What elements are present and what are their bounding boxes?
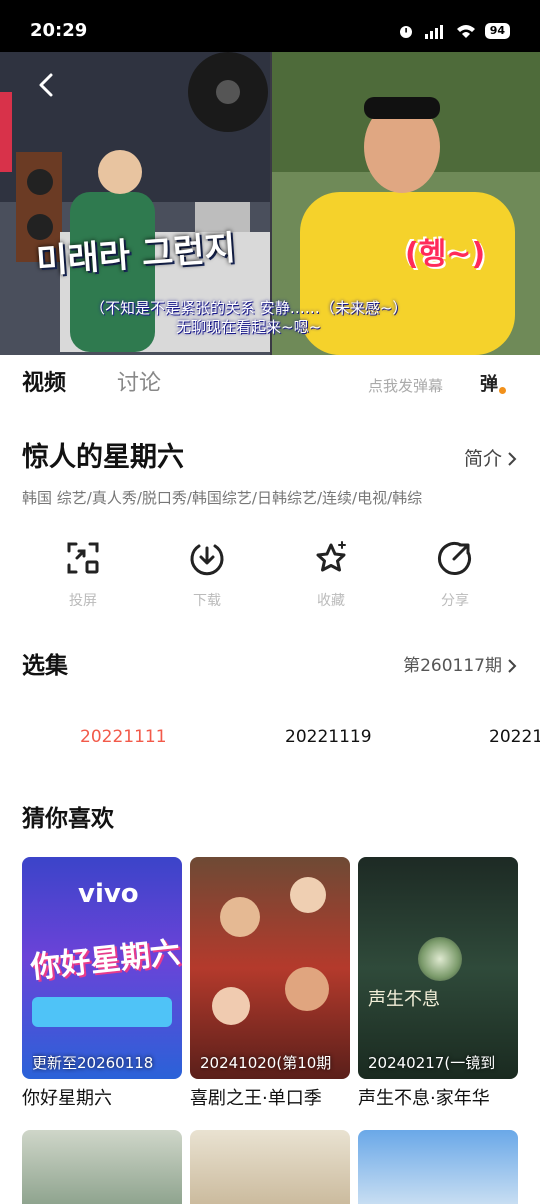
poster: 20241020(第10期 — [190, 857, 350, 1079]
recommend-card-partial[interactable] — [358, 1130, 518, 1204]
chevron-right-icon — [508, 452, 517, 466]
back-button[interactable] — [30, 68, 64, 102]
tab-discuss[interactable]: 讨论 — [117, 369, 161, 399]
poster-stage — [32, 997, 172, 1027]
recommend-card-partial[interactable] — [22, 1130, 182, 1204]
signal-icon — [424, 25, 443, 39]
danmaku-input[interactable]: 点我发弹幕 — [368, 375, 443, 396]
danmaku-status-dot — [497, 385, 508, 396]
episodes-more-button[interactable]: 第260117期 — [403, 654, 518, 678]
poster-figure — [285, 967, 329, 1011]
video-player[interactable]: 미래라 그런지 （不知是不是紧张的关系 安静……（未来感~） 无聊现在看起来~嗯… — [0, 52, 540, 355]
page-title: 惊人的星期六 — [22, 442, 184, 473]
poster-title-art: 声生不息 — [368, 989, 440, 1010]
recommend-card-partial[interactable] — [190, 1130, 350, 1204]
intro-label: 简介 — [463, 448, 502, 470]
chevron-right-icon — [508, 659, 517, 673]
card-title: 你好星期六 — [22, 1088, 112, 1109]
recommend-card[interactable]: 20241020(第10期 喜剧之王·单口季 — [190, 857, 350, 1112]
intro-button[interactable]: 简介 — [464, 446, 518, 472]
wifi-icon — [456, 25, 475, 38]
download-label: 下载 — [193, 593, 221, 609]
episode-item[interactable]: 20221111 — [80, 724, 167, 750]
battery-icon: 94 — [484, 23, 510, 39]
video-caption-right: (헹~) — [405, 237, 486, 272]
download-button[interactable]: 下载 — [157, 540, 257, 610]
poster-disc — [418, 937, 462, 981]
detail-tabs: 视频 讨论 点我发弹幕 弹 — [0, 355, 540, 415]
poster-caption: 20240217(一镜到 — [368, 1054, 496, 1072]
alarm-icon — [399, 26, 412, 38]
cast-button[interactable]: 投屏 — [33, 540, 133, 610]
status-time: 20:29 — [30, 20, 88, 41]
status-icons: 94 — [398, 21, 510, 41]
recommend-card[interactable]: vivo 你好星期六 更新至20260118 你好星期六 — [22, 857, 182, 1112]
video-subtitle-chinese: （不知是不是紧张的关系 安静……（未来感~） — [90, 299, 408, 317]
tab-video[interactable]: 视频 — [22, 369, 66, 399]
episode-item[interactable]: 20221 — [489, 724, 540, 750]
card-title: 声生不息·家年华 — [358, 1088, 490, 1109]
share-label: 分享 — [441, 593, 469, 609]
episode-list: 20221111 20221119 20221 — [0, 720, 540, 760]
poster-figure — [212, 987, 250, 1025]
download-icon — [190, 544, 224, 576]
card-title: 喜剧之王·单口季 — [190, 1088, 322, 1109]
status-bar: 20:29 94 — [0, 0, 540, 52]
poster-caption: 20241020(第10期 — [200, 1054, 332, 1072]
episodes-title: 选集 — [22, 653, 68, 679]
episode-item[interactable]: 20221119 — [285, 724, 372, 750]
recommend-card[interactable]: 声生不息 20240217(一镜到 声生不息·家年华 — [358, 857, 518, 1112]
show-tags: 韩国 综艺/真人秀/脱口秀/韩国综艺/日韩综艺/连续/电视/韩综 — [22, 489, 423, 507]
video-subtitle-chinese-2: 无聊现在看起来~嗯~ — [176, 318, 322, 336]
poster-figure — [220, 897, 260, 937]
danmaku-icon: 弹 — [480, 374, 498, 395]
episodes-latest-label: 第260117期 — [403, 656, 502, 676]
recommend-title: 猜你喜欢 — [22, 806, 114, 832]
share-button[interactable]: 分享 — [405, 540, 505, 610]
favorite-button[interactable]: 收藏 — [281, 540, 381, 610]
action-bar: 投屏 下载 收藏 分享 — [0, 540, 540, 620]
share-icon — [438, 542, 471, 575]
poster: vivo 你好星期六 更新至20260118 — [22, 857, 182, 1079]
danmaku-toggle-button[interactable]: 弹 — [480, 370, 510, 400]
poster: 声生不息 20240217(一镜到 — [358, 857, 518, 1079]
cast-icon — [67, 542, 99, 574]
favorite-label: 收藏 — [317, 593, 345, 609]
poster-caption: 更新至20260118 — [32, 1054, 154, 1072]
poster-brand: vivo — [78, 879, 139, 909]
cast-label: 投屏 — [69, 593, 97, 609]
star-icon — [316, 541, 346, 572]
poster-title-art: 你好星期六 — [28, 935, 182, 986]
poster-figure — [290, 877, 326, 913]
